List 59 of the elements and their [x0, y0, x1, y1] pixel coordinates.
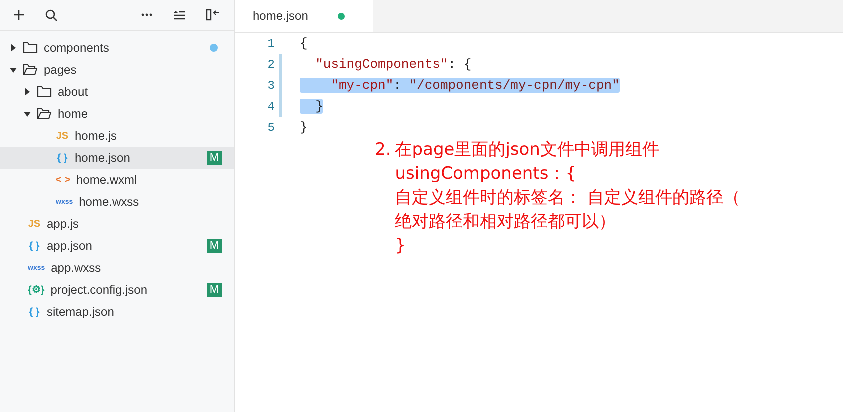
file-type-icon: { }: [28, 306, 41, 318]
modified-badge: M: [206, 151, 222, 165]
file-name: home: [58, 107, 88, 121]
file-name: home.wxss: [79, 195, 140, 209]
search-icon[interactable]: [45, 8, 58, 22]
file-name: app.wxss: [51, 261, 102, 275]
file-tree-item[interactable]: { } home.json M: [0, 147, 234, 169]
annotation-text: 自定义组件时的标签名： 自定义组件的路径（: [395, 187, 741, 210]
line-number: 5: [266, 120, 275, 134]
file-tree-item[interactable]: JS home.js: [0, 125, 234, 147]
folder-icon: [37, 108, 52, 120]
line-number: 4: [266, 100, 275, 114]
annotation-number: 2.: [375, 139, 392, 162]
file-name: project.config.json: [50, 283, 148, 297]
file-tree-item[interactable]: < > home.wxml: [0, 169, 234, 191]
editor-tab[interactable]: home.json: [235, 0, 373, 32]
file-tree-item[interactable]: home: [0, 103, 234, 125]
file-name: sitemap.json: [47, 305, 114, 319]
folder-icon: [37, 86, 52, 98]
file-tree-item[interactable]: components: [0, 37, 234, 59]
file-tree-item[interactable]: { } app.json M: [0, 235, 234, 257]
more-icon[interactable]: [141, 13, 153, 17]
annotation-text: 在page里面的json文件中调用组件: [395, 139, 660, 162]
file-name: pages: [44, 63, 77, 77]
file-name: home.json: [75, 151, 130, 165]
file-name: home.js: [75, 129, 118, 143]
modified-badge: M: [206, 283, 222, 297]
file-name: app.json: [47, 239, 92, 253]
file-name: app.js: [47, 217, 80, 231]
file-type-icon: JS: [28, 218, 41, 230]
code-line: {: [300, 36, 308, 51]
file-name: about: [58, 85, 88, 99]
annotation-text: 绝对路径和相对路径都可以）: [395, 211, 618, 234]
file-type-icon: JS: [56, 130, 69, 142]
annotation-text: }: [395, 235, 408, 258]
collapse-icon[interactable]: [173, 10, 186, 20]
folder-icon: [23, 64, 38, 76]
add-icon[interactable]: [13, 9, 25, 21]
line-number: 3: [266, 78, 275, 92]
annotation-text: usingComponents：{: [395, 163, 578, 186]
file-tree-item[interactable]: JS app.js: [0, 213, 234, 235]
change-dot: [210, 44, 218, 52]
file-tree-item[interactable]: { } sitemap.json: [0, 301, 234, 323]
file-type-icon: { }: [56, 152, 69, 164]
file-name: components: [44, 41, 110, 55]
folder-icon: [23, 42, 38, 54]
code-line: }: [300, 120, 308, 135]
file-name: home.wxml: [76, 173, 138, 187]
line-number: 2: [266, 58, 275, 72]
file-tree-item[interactable]: about: [0, 81, 234, 103]
modified-badge: M: [206, 239, 222, 253]
line-number: 1: [266, 36, 275, 50]
file-type-icon: {⚙}: [28, 284, 45, 296]
file-tree-item[interactable]: pages: [0, 59, 234, 81]
file-type-icon: { }: [28, 240, 41, 252]
code-line: "usingComponents": {: [314, 57, 472, 72]
file-type-icon: < >: [56, 174, 70, 186]
file-tree-item[interactable]: {⚙} project.config.json M: [0, 279, 234, 301]
sidebar-toggle-icon[interactable]: [206, 9, 220, 21]
